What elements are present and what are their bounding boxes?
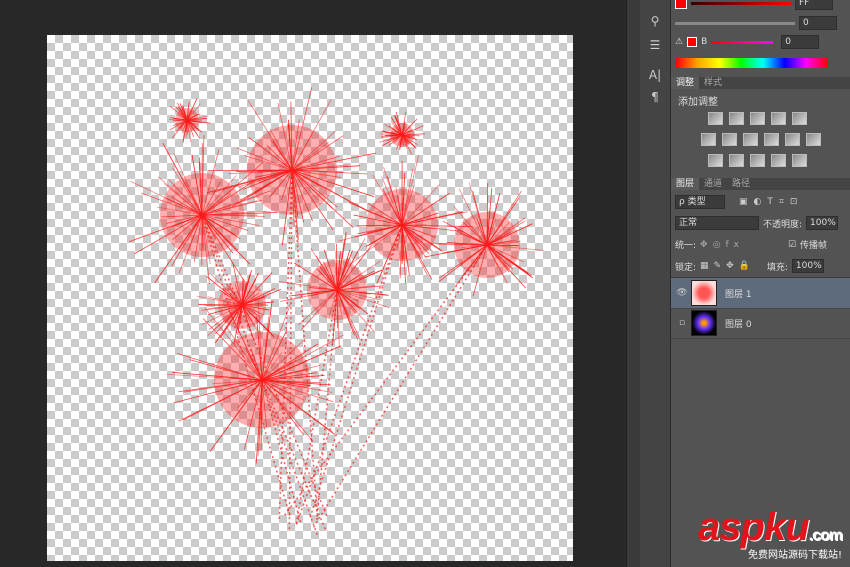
tab-channels[interactable]: 通道 — [699, 178, 727, 190]
paragraph-icon[interactable]: ¶ — [647, 90, 663, 106]
layers-tabs: 图层 通道 路径 — [671, 178, 850, 190]
lock-row: 锁定: ▦✎✥🔒 填充: 100% — [675, 259, 850, 273]
gradient-map-icon[interactable] — [792, 154, 807, 167]
unify-row: 统一: ✥◎fx ☑ 传播帧 — [675, 238, 850, 252]
levels-icon[interactable] — [729, 112, 744, 125]
opacity-label: 不透明度: — [763, 219, 803, 230]
channel-mixer-icon[interactable] — [785, 133, 800, 146]
r-slider[interactable] — [691, 1, 791, 5]
brush-presets-icon[interactable]: ⚲ — [647, 14, 663, 30]
right-panels: FF 0 ⚠ B 0 调整 样式 添加调整 图层 通道 路径 ρ 类型 ▣◐T⌗… — [671, 0, 850, 567]
tab-layers[interactable]: 图层 — [671, 178, 700, 190]
b-slider[interactable] — [711, 40, 774, 44]
firework-trail — [316, 289, 338, 520]
layer-row-0[interactable]: ▫ 图层 0 — [671, 308, 850, 339]
adjustment-icons-row1 — [705, 112, 810, 128]
layer-name[interactable]: 图层 0 — [725, 317, 752, 330]
panel-dock-icons: ⚲ ☰ A| ¶ — [640, 0, 671, 567]
color-r-row: FF — [675, 0, 850, 10]
b-label: B — [701, 37, 708, 47]
adjustments-title: 添加调整 — [678, 97, 718, 108]
selective-color-icon[interactable] — [771, 154, 786, 167]
adjustment-icons-row3 — [705, 154, 810, 170]
layer-thumbnail — [691, 310, 717, 336]
unify-icons[interactable]: ✥◎fx — [700, 240, 744, 250]
layer-name[interactable]: 图层 1 — [725, 287, 752, 300]
g-value[interactable]: 0 — [799, 16, 837, 30]
gamut-warning-icon[interactable]: ⚠ — [675, 37, 683, 47]
foreground-swatch[interactable] — [675, 0, 687, 9]
filter-icons[interactable]: ▣◐T⌗⊡ — [739, 197, 803, 207]
threshold-icon[interactable] — [750, 154, 765, 167]
curves-icon[interactable] — [750, 112, 765, 125]
watermark: aspku.com 免费网站源码下载站! — [698, 505, 843, 561]
firework-burst — [379, 111, 425, 155]
vibrance-icon[interactable] — [792, 112, 807, 125]
tab-adjustments[interactable]: 调整 — [671, 77, 700, 89]
filter-type-select[interactable]: ρ 类型 — [675, 195, 725, 209]
firework-burst — [338, 155, 473, 284]
watermark-logo: aspku.com — [698, 505, 843, 549]
blend-row: 正常 不透明度: 100% — [675, 216, 850, 230]
firework-trail — [295, 289, 338, 524]
hue-saturation-icon[interactable] — [701, 133, 716, 146]
unify-label: 统一: — [675, 241, 697, 251]
adjustments-tabs: 调整 样式 — [671, 77, 850, 89]
blend-mode-select[interactable]: 正常 — [675, 216, 759, 230]
photo-filter-icon[interactable] — [764, 133, 779, 146]
color-balance-icon[interactable] — [722, 133, 737, 146]
color-lookup-icon[interactable] — [806, 133, 821, 146]
layer-filter-row: ρ 类型 ▣◐T⌗⊡ — [675, 195, 850, 209]
lock-icons[interactable]: ▦✎✥🔒 — [700, 261, 755, 271]
propagate-checkbox[interactable]: ☑ — [788, 240, 796, 250]
fill-label: 填充: — [766, 262, 788, 273]
exposure-icon[interactable] — [771, 112, 786, 125]
opacity-input[interactable]: 100% — [806, 216, 839, 230]
visibility-eye-icon[interactable]: 👁 — [675, 288, 689, 298]
character-icon[interactable]: A| — [647, 68, 663, 84]
black-white-icon[interactable] — [743, 133, 758, 146]
r-value[interactable]: FF — [795, 0, 833, 10]
b-value[interactable]: 0 — [781, 35, 820, 49]
gamut-swatch[interactable] — [687, 37, 698, 47]
fill-input[interactable]: 100% — [791, 259, 824, 273]
g-slider[interactable] — [675, 21, 795, 25]
document-canvas[interactable] — [47, 35, 573, 561]
document-workspace — [0, 0, 626, 567]
panel-collapse-strip[interactable] — [626, 0, 641, 567]
brightness-icon[interactable] — [708, 112, 723, 125]
visibility-toggle-empty[interactable]: ▫ — [675, 318, 689, 328]
propagate-label: 传播帧 — [800, 241, 828, 251]
layer-row-1[interactable]: 👁 图层 1 — [671, 278, 850, 309]
color-b-row: ⚠ B 0 — [675, 35, 850, 49]
firework-burst — [169, 98, 211, 143]
tab-styles[interactable]: 样式 — [699, 77, 727, 89]
color-spectrum[interactable] — [676, 58, 828, 68]
layer-thumbnail — [691, 280, 717, 306]
firework-trail — [291, 169, 318, 517]
firework-burst — [424, 182, 544, 297]
adjustment-icons-row2 — [698, 133, 824, 149]
adjustments-sliders-icon[interactable]: ☰ — [647, 38, 663, 54]
color-g-row: 0 — [675, 16, 850, 30]
invert-icon[interactable] — [708, 154, 723, 167]
posterize-icon[interactable] — [729, 154, 744, 167]
tab-paths[interactable]: 路径 — [727, 178, 755, 190]
fireworks-artwork — [129, 87, 544, 536]
lock-label: 锁定: — [675, 262, 697, 273]
